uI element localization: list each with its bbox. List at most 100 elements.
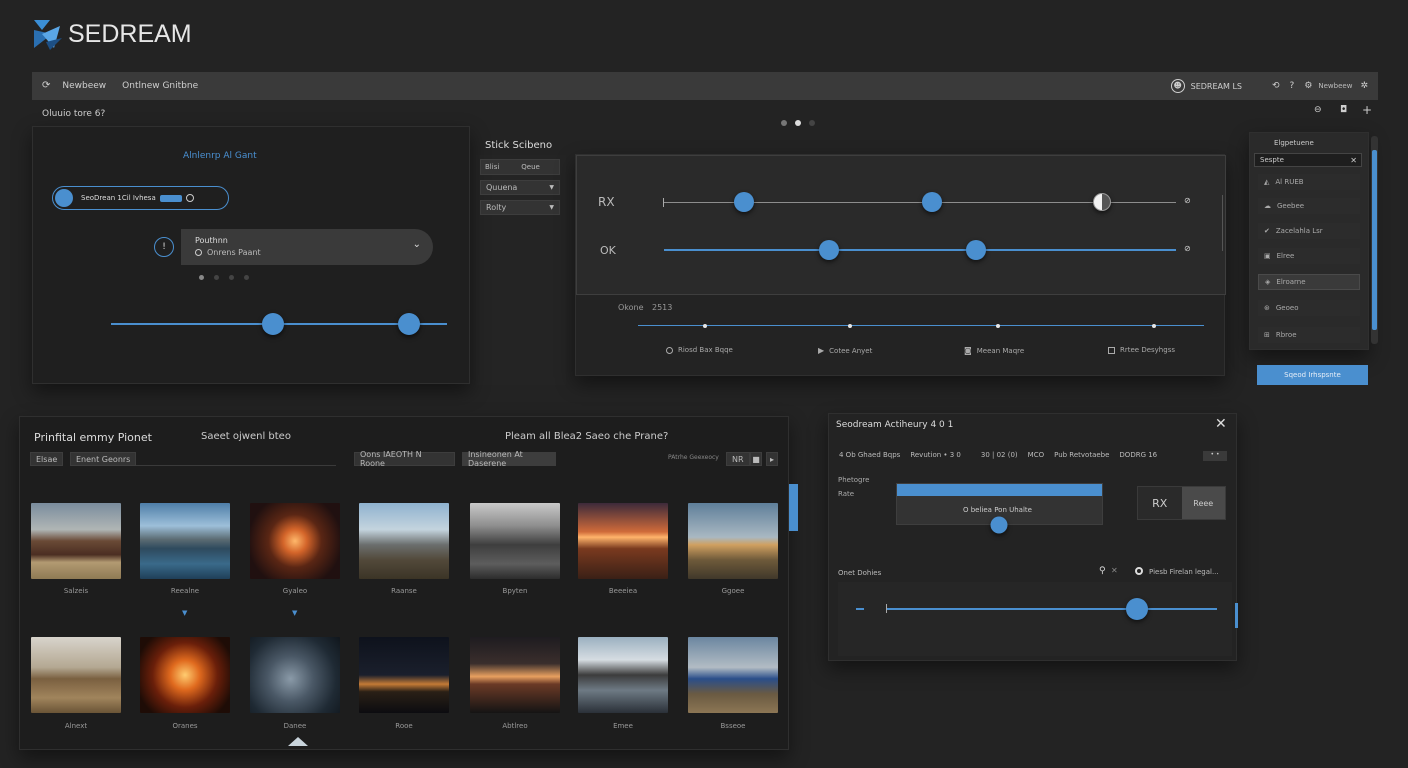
camera-small-icon: ◙ (964, 346, 972, 355)
select-1[interactable]: Quuena ▼ (480, 180, 560, 195)
pill-toggle[interactable] (159, 194, 182, 202)
help-icon[interactable]: ? (1290, 81, 1295, 91)
pager-dots[interactable] (781, 120, 815, 126)
thumb-13[interactable] (578, 637, 668, 713)
gallery-side-tab[interactable] (789, 484, 798, 531)
tab-2[interactable]: Qeue (521, 163, 540, 171)
legend-item-1[interactable]: Riosd Bax Bqqe (666, 346, 733, 354)
adjust-close-icon[interactable]: ✕ (1215, 416, 1227, 432)
preview-knob[interactable] (990, 516, 1008, 534)
chip-2[interactable]: Insineonen At Daserene (462, 450, 556, 468)
thumb-7[interactable] (688, 503, 778, 579)
minus-icon[interactable] (856, 608, 864, 610)
thumb-8[interactable] (31, 637, 121, 713)
filter-1[interactable]: Elsae (30, 452, 64, 466)
timeline-marker-2[interactable] (848, 324, 852, 328)
row1-knob-2[interactable] (922, 192, 942, 212)
legend-item-2[interactable]: ▶ Cotee Anyet (818, 346, 872, 355)
list-item-3[interactable]: ✔ Zacelahla Lsr (1258, 223, 1360, 239)
gear-icon[interactable]: ⚙ (1304, 81, 1312, 91)
nav-item[interactable]: Newbeew (62, 81, 106, 91)
collapse-arrow-icon[interactable] (288, 737, 308, 746)
timeline-track[interactable] (638, 325, 1204, 326)
row1-knob-3[interactable] (1093, 193, 1111, 211)
row2-knob-1[interactable] (819, 240, 839, 260)
side-label-2: Rate (838, 490, 855, 498)
tab-1[interactable]: Blisi (485, 163, 499, 171)
list-item-6[interactable]: ⊛ Geoeo (1258, 300, 1360, 316)
stop-button[interactable]: ■ (750, 452, 762, 466)
row2-label: OK (600, 244, 616, 257)
right-action-button[interactable]: Sqeod Irhspsnte (1257, 365, 1368, 385)
play-button[interactable]: ▸ (766, 452, 778, 466)
clear-icon[interactable]: ✕ (1111, 566, 1118, 575)
row1-end-icon[interactable]: ⊘ (1184, 197, 1191, 205)
adjust-slider-end[interactable] (1235, 603, 1238, 628)
settings-icon[interactable]: ✲ (1360, 81, 1368, 91)
carousel-dots[interactable] (199, 275, 249, 280)
row1-knob-1[interactable] (734, 192, 754, 212)
thumb-5[interactable] (470, 503, 560, 579)
chevron-down-icon[interactable]: ⌄ (413, 239, 421, 250)
expand-arrow-icon-2[interactable]: ▼ (292, 609, 297, 617)
row2-knob-2[interactable] (966, 240, 986, 260)
legend-item-3[interactable]: ◙ Meean Maqre (964, 346, 1024, 355)
list-item-5[interactable]: ◈ Elroarne (1258, 274, 1360, 290)
adjust-slider-area (838, 582, 1232, 656)
timeline-marker-4[interactable] (1152, 324, 1156, 328)
thumb-11[interactable] (359, 637, 449, 713)
link-icon[interactable]: ⊖ (1314, 106, 1322, 115)
preset-dropdown[interactable]: Pouthnn Onrens Paant ⌄ (181, 229, 433, 265)
thumb-1[interactable] (31, 503, 121, 579)
list-search-input[interactable]: Sespte ✕ (1254, 153, 1362, 167)
list-item-7[interactable]: ⊞ Rbroe (1258, 327, 1360, 343)
search-icon[interactable]: ⚲ (1099, 566, 1106, 576)
row2-track[interactable] (664, 249, 1176, 251)
refresh-icon[interactable]: ⟳ (42, 81, 50, 91)
adjust-slider-track[interactable] (887, 608, 1217, 610)
thumb-3[interactable] (250, 503, 340, 579)
expand-arrow-icon[interactable]: ▼ (182, 609, 187, 617)
toggle-right[interactable]: Reee (1181, 487, 1225, 519)
camera-icon[interactable]: ◘ (1340, 106, 1347, 115)
thumb-14[interactable] (688, 637, 778, 713)
timeline-marker-1[interactable] (703, 324, 707, 328)
close-icon[interactable]: ✕ (1350, 156, 1357, 165)
list-item-1[interactable]: ◭ Al RUEB (1258, 174, 1360, 190)
target-icon[interactable] (1135, 567, 1143, 575)
user-circle-icon[interactable]: ☻ (1170, 79, 1185, 93)
list-item-4[interactable]: ▣ Elree (1258, 248, 1360, 264)
nav-item-2[interactable]: Ontlnew Gnitbne (122, 81, 198, 91)
filter-2[interactable]: Enent Geonrs (70, 452, 137, 466)
user-label[interactable]: SEDREAM LS (1191, 82, 1242, 91)
brand-logo[interactable]: SEDREAM (32, 16, 192, 52)
thumb-10[interactable] (250, 637, 340, 713)
timeline-marker-3[interactable] (996, 324, 1000, 328)
pill-label: SeoDrean 1Cil Ivhesa (81, 194, 156, 202)
more-icon[interactable]: • • (1203, 451, 1227, 461)
chip-1[interactable]: Oons IAEOTH N Roone (354, 450, 455, 468)
thumb-9[interactable] (140, 637, 230, 713)
thumb-6[interactable] (578, 503, 668, 579)
plus-icon[interactable]: + (1362, 104, 1372, 116)
row2-end-icon[interactable]: ⊘ (1184, 245, 1191, 253)
left-slider-knob-1[interactable] (262, 313, 284, 335)
thumb-2[interactable] (140, 503, 230, 579)
sync-icon[interactable]: ⟲ (1272, 81, 1280, 91)
info-icon[interactable]: ! (154, 237, 174, 257)
select-2[interactable]: Rolty ▼ (480, 200, 560, 215)
legend-item-4[interactable]: Rrtee Desyhgss (1108, 346, 1175, 354)
left-slider-knob-2[interactable] (398, 313, 420, 335)
right-scrollbar[interactable] (1371, 136, 1378, 344)
count-value[interactable]: NR (726, 452, 750, 466)
list-item-2[interactable]: ☁ Geebee (1258, 198, 1360, 214)
user-label-2[interactable]: Newbeew (1318, 82, 1352, 90)
mode-toggle[interactable]: RX Reee (1137, 486, 1226, 520)
toggle-left[interactable]: RX (1138, 487, 1182, 519)
thumb-12[interactable] (470, 637, 560, 713)
thumb-4[interactable] (359, 503, 449, 579)
mode-pill[interactable]: SeoDrean 1Cil Ivhesa (52, 186, 229, 210)
caption-1-1: Salzeis (63, 587, 89, 595)
adjust-slider-knob[interactable] (1126, 598, 1148, 620)
pill-radio-icon[interactable] (185, 194, 194, 202)
